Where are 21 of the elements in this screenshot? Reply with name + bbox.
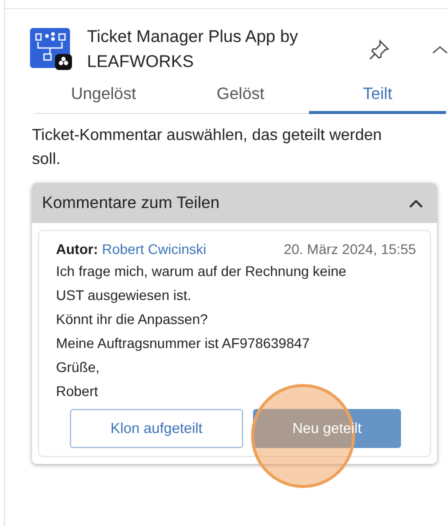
comment-date: 20. März 2024, 15:55 — [284, 240, 416, 259]
comment-text: Ich frage mich, warum auf der Rechnung keine UST ausgewiesen ist. — [56, 262, 348, 305]
comment-text: Könnt ihr die Anpassen? — [56, 310, 209, 329]
app-logo-icon — [30, 28, 72, 70]
tab[interactable]: Ungelöst — [35, 83, 172, 114]
author-link[interactable]: Robert Cwicinski — [102, 241, 206, 257]
share-clone-button[interactable]: Klon aufgeteilt — [70, 409, 243, 448]
instruction-text: Ticket-Kommentar auswählen, das geteilt werden soll. — [32, 126, 383, 170]
author-label: Autor: — [56, 241, 98, 257]
chevron-icon[interactable] — [409, 198, 423, 208]
comment-card[interactable] — [38, 230, 431, 457]
comment-text: Meine Auftragsnummer ist AF978639847 — [56, 334, 311, 353]
panel-header[interactable]: Kommentare zum Teilen — [32, 183, 437, 223]
comment-text: Grüße, — [56, 358, 101, 377]
collapse-chevron-icon[interactable] — [432, 45, 448, 55]
pin-icon[interactable] — [368, 39, 390, 61]
tab[interactable]: Gelöst — [172, 83, 309, 114]
app-title: Ticket Manager Plus App by LEAFWORKS — [87, 26, 300, 73]
tab[interactable]: Teilt — [309, 83, 446, 114]
comment-text: Robert — [56, 382, 100, 401]
panel-title: Kommentare zum Teilen — [42, 194, 220, 212]
